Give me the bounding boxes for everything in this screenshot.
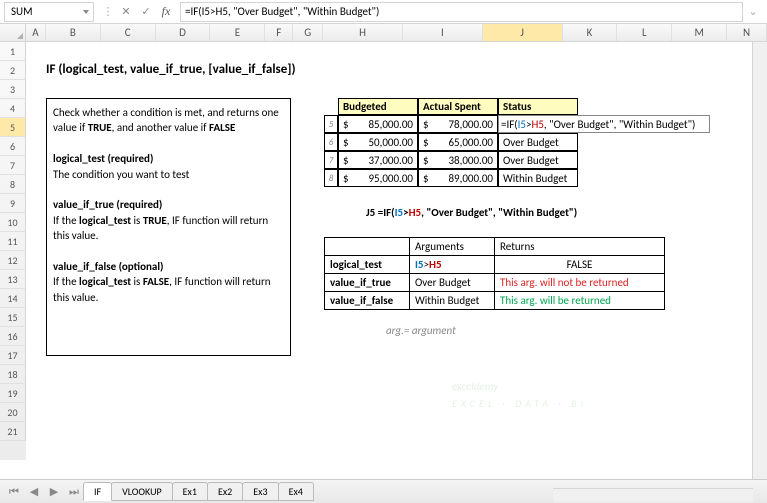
vertical-scrollbar[interactable] xyxy=(752,42,767,479)
row-4[interactable]: 4 xyxy=(0,99,26,118)
fx-icon[interactable]: fx xyxy=(158,4,174,20)
row-12[interactable]: 12 xyxy=(0,251,26,270)
tab-ex1[interactable]: Ex1 xyxy=(172,482,208,501)
row-9[interactable]: 9 xyxy=(0,194,26,213)
accept-icon[interactable]: ✓ xyxy=(138,4,154,20)
col-a[interactable]: A xyxy=(26,24,46,41)
col-d[interactable]: D xyxy=(156,24,211,41)
col-g[interactable]: G xyxy=(293,24,323,41)
tab-ex2[interactable]: Ex2 xyxy=(207,482,243,501)
column-headers: A B C D E F G H I J K L M N xyxy=(0,24,767,42)
col-l[interactable]: L xyxy=(617,24,672,41)
row-7[interactable]: 7 xyxy=(0,156,26,175)
row-10[interactable]: 10 xyxy=(0,213,26,232)
col-m[interactable]: M xyxy=(672,24,727,41)
page-title: IF (logical_test, value_if_true, [value_… xyxy=(46,62,296,77)
select-all-corner[interactable] xyxy=(0,24,26,41)
row-headers: 1 2 3 4 5 6 7 8 9 10 11 12 13 14 15 16 1… xyxy=(0,42,26,460)
row-17[interactable]: 17 xyxy=(0,346,26,365)
horizontal-scrollbar[interactable] xyxy=(553,488,753,502)
col-c[interactable]: C xyxy=(101,24,156,41)
budget-table: Budgeted Actual Spent Status 5 85,000.00… xyxy=(324,98,710,187)
sheet-tabs: ⏮ ◀ ▶ ⏭ IF VLOOKUP Ex1 Ex2 Ex3 Ex4 xyxy=(0,479,767,503)
row-1[interactable]: 1 xyxy=(0,42,26,61)
row-20[interactable]: 20 xyxy=(0,403,26,422)
row-2[interactable]: 2 xyxy=(0,61,26,80)
active-cell-j5[interactable]: =IF(I5>H5, "Over Budget", "Within Budget… xyxy=(498,115,710,133)
tab-next-icon[interactable]: ▶ xyxy=(45,484,63,500)
row-8[interactable]: 8 xyxy=(0,175,26,194)
tab-ex4[interactable]: Ex4 xyxy=(278,482,314,501)
tab-ex3[interactable]: Ex3 xyxy=(242,482,278,501)
row-14[interactable]: 14 xyxy=(0,289,26,308)
expand-icon[interactable]: ⌄ xyxy=(745,4,761,20)
note: arg.= argument xyxy=(386,324,456,337)
row-21[interactable]: 21 xyxy=(0,422,26,441)
watermark: exceldemyEXCEL · DATA · BI xyxy=(452,368,587,410)
tab-if[interactable]: IF xyxy=(83,482,112,501)
help-panel: Check whether a condition is met, and re… xyxy=(46,98,291,356)
row-13[interactable]: 13 xyxy=(0,270,26,289)
row-6[interactable]: 6 xyxy=(0,137,26,156)
formula-bar[interactable]: =IF(I5>H5, "Over Budget", "Within Budget… xyxy=(180,2,743,22)
sheet-area[interactable]: IF (logical_test, value_if_true, [value_… xyxy=(26,42,767,460)
tab-last-icon[interactable]: ⏭ xyxy=(65,484,83,500)
tab-prev-icon[interactable]: ◀ xyxy=(25,484,43,500)
j5-formula-label: J5 =IF(I5>H5, "Over Budget", "Within Bud… xyxy=(366,206,577,219)
row-16[interactable]: 16 xyxy=(0,327,26,346)
cancel-icon[interactable]: ✕ xyxy=(118,4,134,20)
col-k[interactable]: K xyxy=(563,24,618,41)
row-18[interactable]: 18 xyxy=(0,365,26,384)
tab-first-icon[interactable]: ⏮ xyxy=(5,484,23,500)
tab-vlookup[interactable]: VLOOKUP xyxy=(111,482,173,501)
col-h[interactable]: H xyxy=(323,24,403,41)
row-15[interactable]: 15 xyxy=(0,308,26,327)
col-f[interactable]: F xyxy=(265,24,293,41)
row-5[interactable]: 5 xyxy=(0,118,26,137)
col-b[interactable]: B xyxy=(46,24,101,41)
divider: ⋮ xyxy=(100,5,116,18)
col-i[interactable]: I xyxy=(403,24,483,41)
row-11[interactable]: 11 xyxy=(0,232,26,251)
col-e[interactable]: E xyxy=(210,24,265,41)
col-j[interactable]: J xyxy=(483,24,563,41)
arguments-table: ArgumentsReturns logical_testI5>H5FALSE … xyxy=(324,237,665,310)
row-3[interactable]: 3 xyxy=(0,80,26,99)
row-19[interactable]: 19 xyxy=(0,384,26,403)
col-n[interactable]: N xyxy=(727,24,767,41)
name-box[interactable]: SUM xyxy=(4,2,94,22)
